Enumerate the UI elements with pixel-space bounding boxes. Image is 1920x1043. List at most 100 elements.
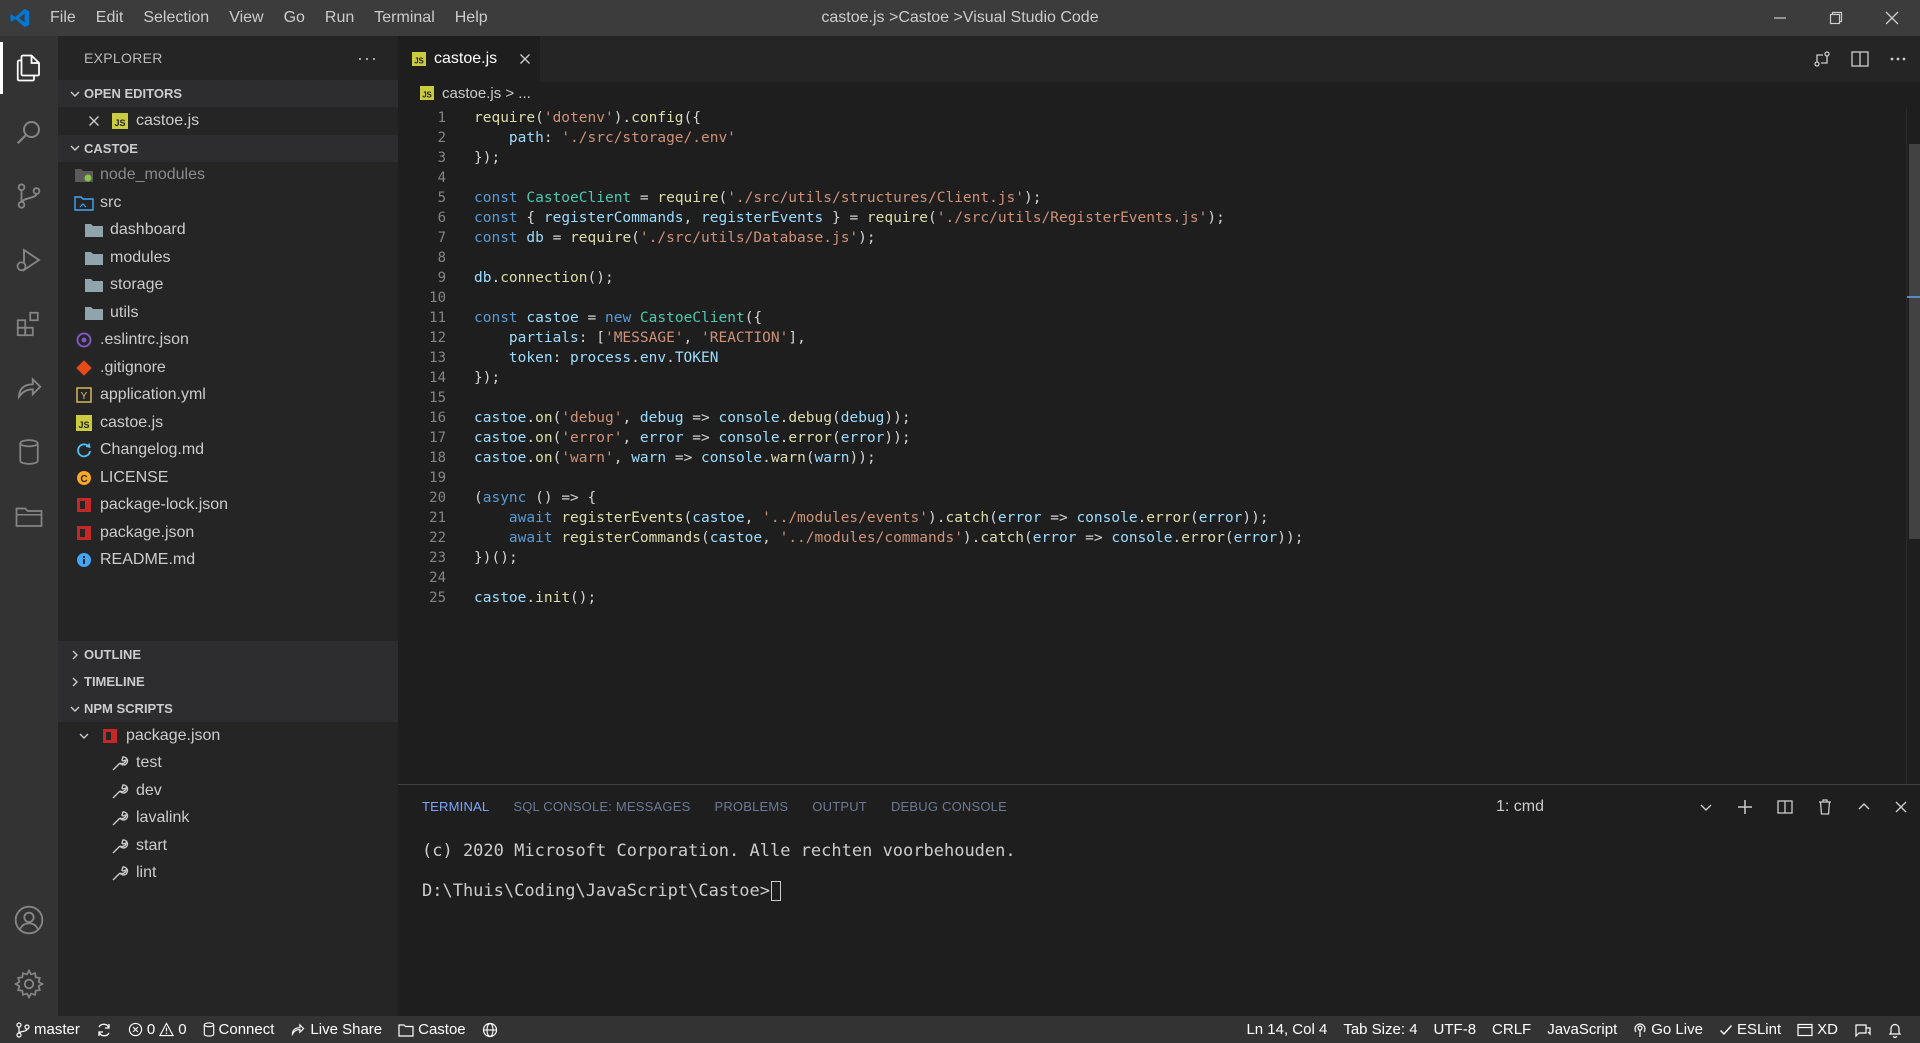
chevron-down-icon[interactable] [1698, 799, 1714, 815]
close-window-icon[interactable] [1864, 0, 1920, 36]
code-line[interactable]: 12 partials: ['MESSAGE', 'REACTION'], [398, 328, 1906, 348]
close-panel-icon[interactable] [1894, 800, 1908, 814]
language-status[interactable]: JavaScript [1539, 1016, 1625, 1043]
tree-item-application-yml[interactable]: Y application.yml [58, 382, 398, 410]
tree-item-package-json[interactable]: package.json [58, 519, 398, 547]
code-line[interactable]: 15 [398, 388, 1906, 408]
tree-item-storage[interactable]: storage [58, 272, 398, 300]
go-live-status[interactable]: Go Live [1625, 1016, 1711, 1043]
code-line[interactable]: 2 path: './src/storage/.env' [398, 128, 1906, 148]
minimize-icon[interactable] [1752, 0, 1808, 36]
menu-edit[interactable]: Edit [86, 0, 134, 36]
tree-item-utils[interactable]: utils [58, 299, 398, 327]
eslint-status[interactable]: ESLint [1711, 1016, 1789, 1043]
code-line[interactable]: 16 castoe.on('debug', debug => console.de… [398, 408, 1906, 428]
npm-script-dev[interactable]: dev [58, 777, 398, 805]
code-line[interactable]: 21 await registerEvents(castoe, '../modu… [398, 508, 1906, 528]
explorer-icon[interactable] [0, 36, 58, 100]
npm-package-item[interactable]: package.json [58, 722, 398, 750]
close-icon[interactable] [84, 111, 104, 131]
scrollbar-thumb[interactable] [1909, 144, 1920, 539]
tab-castoe-js[interactable]: JS castoe.js [398, 36, 540, 82]
terminal-select[interactable]: 1: cmd [1496, 785, 1544, 829]
editor-scrollbar[interactable] [1906, 108, 1920, 784]
code-line[interactable]: 10 [398, 288, 1906, 308]
tree-item-modules[interactable]: modules [58, 244, 398, 272]
tree-item-gitignore[interactable]: .gitignore [58, 354, 398, 382]
code-line[interactable]: 25 castoe.init(); [398, 588, 1906, 608]
npm-script-test[interactable]: test [58, 750, 398, 778]
tab-terminal[interactable]: TERMINAL [422, 785, 489, 829]
account-icon[interactable] [0, 888, 58, 952]
timeline-header[interactable]: TIMELINE [58, 668, 398, 695]
menu-help[interactable]: Help [445, 0, 498, 36]
code-line[interactable]: 19 [398, 468, 1906, 488]
menu-file[interactable]: File [40, 0, 86, 36]
npm-script-start[interactable]: start [58, 832, 398, 860]
menu-selection[interactable]: Selection [133, 0, 219, 36]
eol-status[interactable]: CRLF [1484, 1016, 1539, 1043]
search-icon[interactable] [0, 100, 58, 164]
maximize-panel-icon[interactable] [1856, 799, 1872, 815]
restore-icon[interactable] [1808, 0, 1864, 36]
code-line[interactable]: 4 [398, 168, 1906, 188]
tree-item-src[interactable]: src [58, 189, 398, 217]
code-line[interactable]: 8 [398, 248, 1906, 268]
breadcrumb-rest[interactable]: > ... [501, 85, 530, 102]
code-line[interactable]: 5 const CastoeClient = require('./src/uti… [398, 188, 1906, 208]
menu-go[interactable]: Go [274, 0, 315, 36]
code-line[interactable]: 11 const castoe = new CastoeClient({ [398, 308, 1906, 328]
code-line[interactable]: 13 token: process.env.TOKEN [398, 348, 1906, 368]
tree-item-changelog[interactable]: Changelog.md [58, 437, 398, 465]
connect-status[interactable]: Connect [195, 1016, 283, 1043]
xd-status[interactable]: XD [1789, 1016, 1846, 1043]
open-editor-item[interactable]: JS castoe.js [58, 107, 398, 135]
split-editor-icon[interactable] [1850, 49, 1870, 69]
more-actions-icon[interactable]: ··· [357, 48, 378, 69]
extensions-icon[interactable] [0, 292, 58, 356]
tab-problems[interactable]: PROBLEMS [714, 785, 788, 829]
tab-sql-console[interactable]: SQL CONSOLE: MESSAGES [513, 785, 690, 829]
tab-output[interactable]: OUTPUT [812, 785, 867, 829]
feedback-status[interactable] [1846, 1016, 1880, 1043]
live-share-icon[interactable] [0, 356, 58, 420]
outline-header[interactable]: OUTLINE [58, 641, 398, 668]
open-changes-icon[interactable] [1812, 49, 1832, 69]
tree-item-dashboard[interactable]: dashboard [58, 217, 398, 245]
globe-status[interactable] [474, 1016, 506, 1043]
tree-item-castoe-js[interactable]: JS castoe.js [58, 409, 398, 437]
settings-gear-icon[interactable] [0, 952, 58, 1016]
npm-script-lint[interactable]: lint [58, 860, 398, 888]
tree-item-readme[interactable]: README.md [58, 547, 398, 575]
tab-size-status[interactable]: Tab Size: 4 [1335, 1016, 1425, 1043]
sync-status[interactable] [88, 1016, 120, 1043]
code-line[interactable]: 7 const db = require('./src/utils/Databas… [398, 228, 1906, 248]
project-header[interactable]: CASTOE [58, 134, 398, 162]
notifications-status[interactable] [1880, 1016, 1910, 1043]
npm-scripts-header[interactable]: NPM SCRIPTS [58, 695, 398, 722]
tab-close-icon[interactable] [519, 53, 531, 65]
new-terminal-icon[interactable] [1736, 798, 1754, 816]
live-share-status[interactable]: Live Share [282, 1016, 390, 1043]
tree-item-package-lock[interactable]: package-lock.json [58, 492, 398, 520]
tab-debug-console[interactable]: DEBUG CONSOLE [891, 785, 1007, 829]
database-icon[interactable] [0, 420, 58, 484]
code-line[interactable]: 6 const { registerCommands, registerEvent… [398, 208, 1906, 228]
code-line[interactable]: 22 await registerCommands(castoe, '../mo… [398, 528, 1906, 548]
code-line[interactable]: 24 [398, 568, 1906, 588]
cursor-position-status[interactable]: Ln 14, Col 4 [1238, 1016, 1335, 1043]
tree-item-eslintrc[interactable]: .eslintrc.json [58, 327, 398, 355]
code-line[interactable]: 9 db.connection(); [398, 268, 1906, 288]
run-debug-icon[interactable] [0, 228, 58, 292]
menu-terminal[interactable]: Terminal [364, 0, 444, 36]
project-manager-icon[interactable] [0, 484, 58, 548]
terminal-output[interactable]: (c) 2020 Microsoft Corporation. Alle rec… [398, 829, 1920, 913]
code-editor[interactable]: 1 require('dotenv').config({2 path: './sr… [398, 108, 1906, 784]
code-line[interactable]: 20 (async () => { [398, 488, 1906, 508]
more-actions-icon[interactable] [1888, 49, 1908, 69]
code-line[interactable]: 23})(); [398, 548, 1906, 568]
encoding-status[interactable]: UTF-8 [1426, 1016, 1485, 1043]
code-line[interactable]: 18 castoe.on('warn', warn => console.warn… [398, 448, 1906, 468]
branch-status[interactable]: master [0, 1016, 88, 1043]
trash-icon[interactable] [1816, 798, 1834, 816]
